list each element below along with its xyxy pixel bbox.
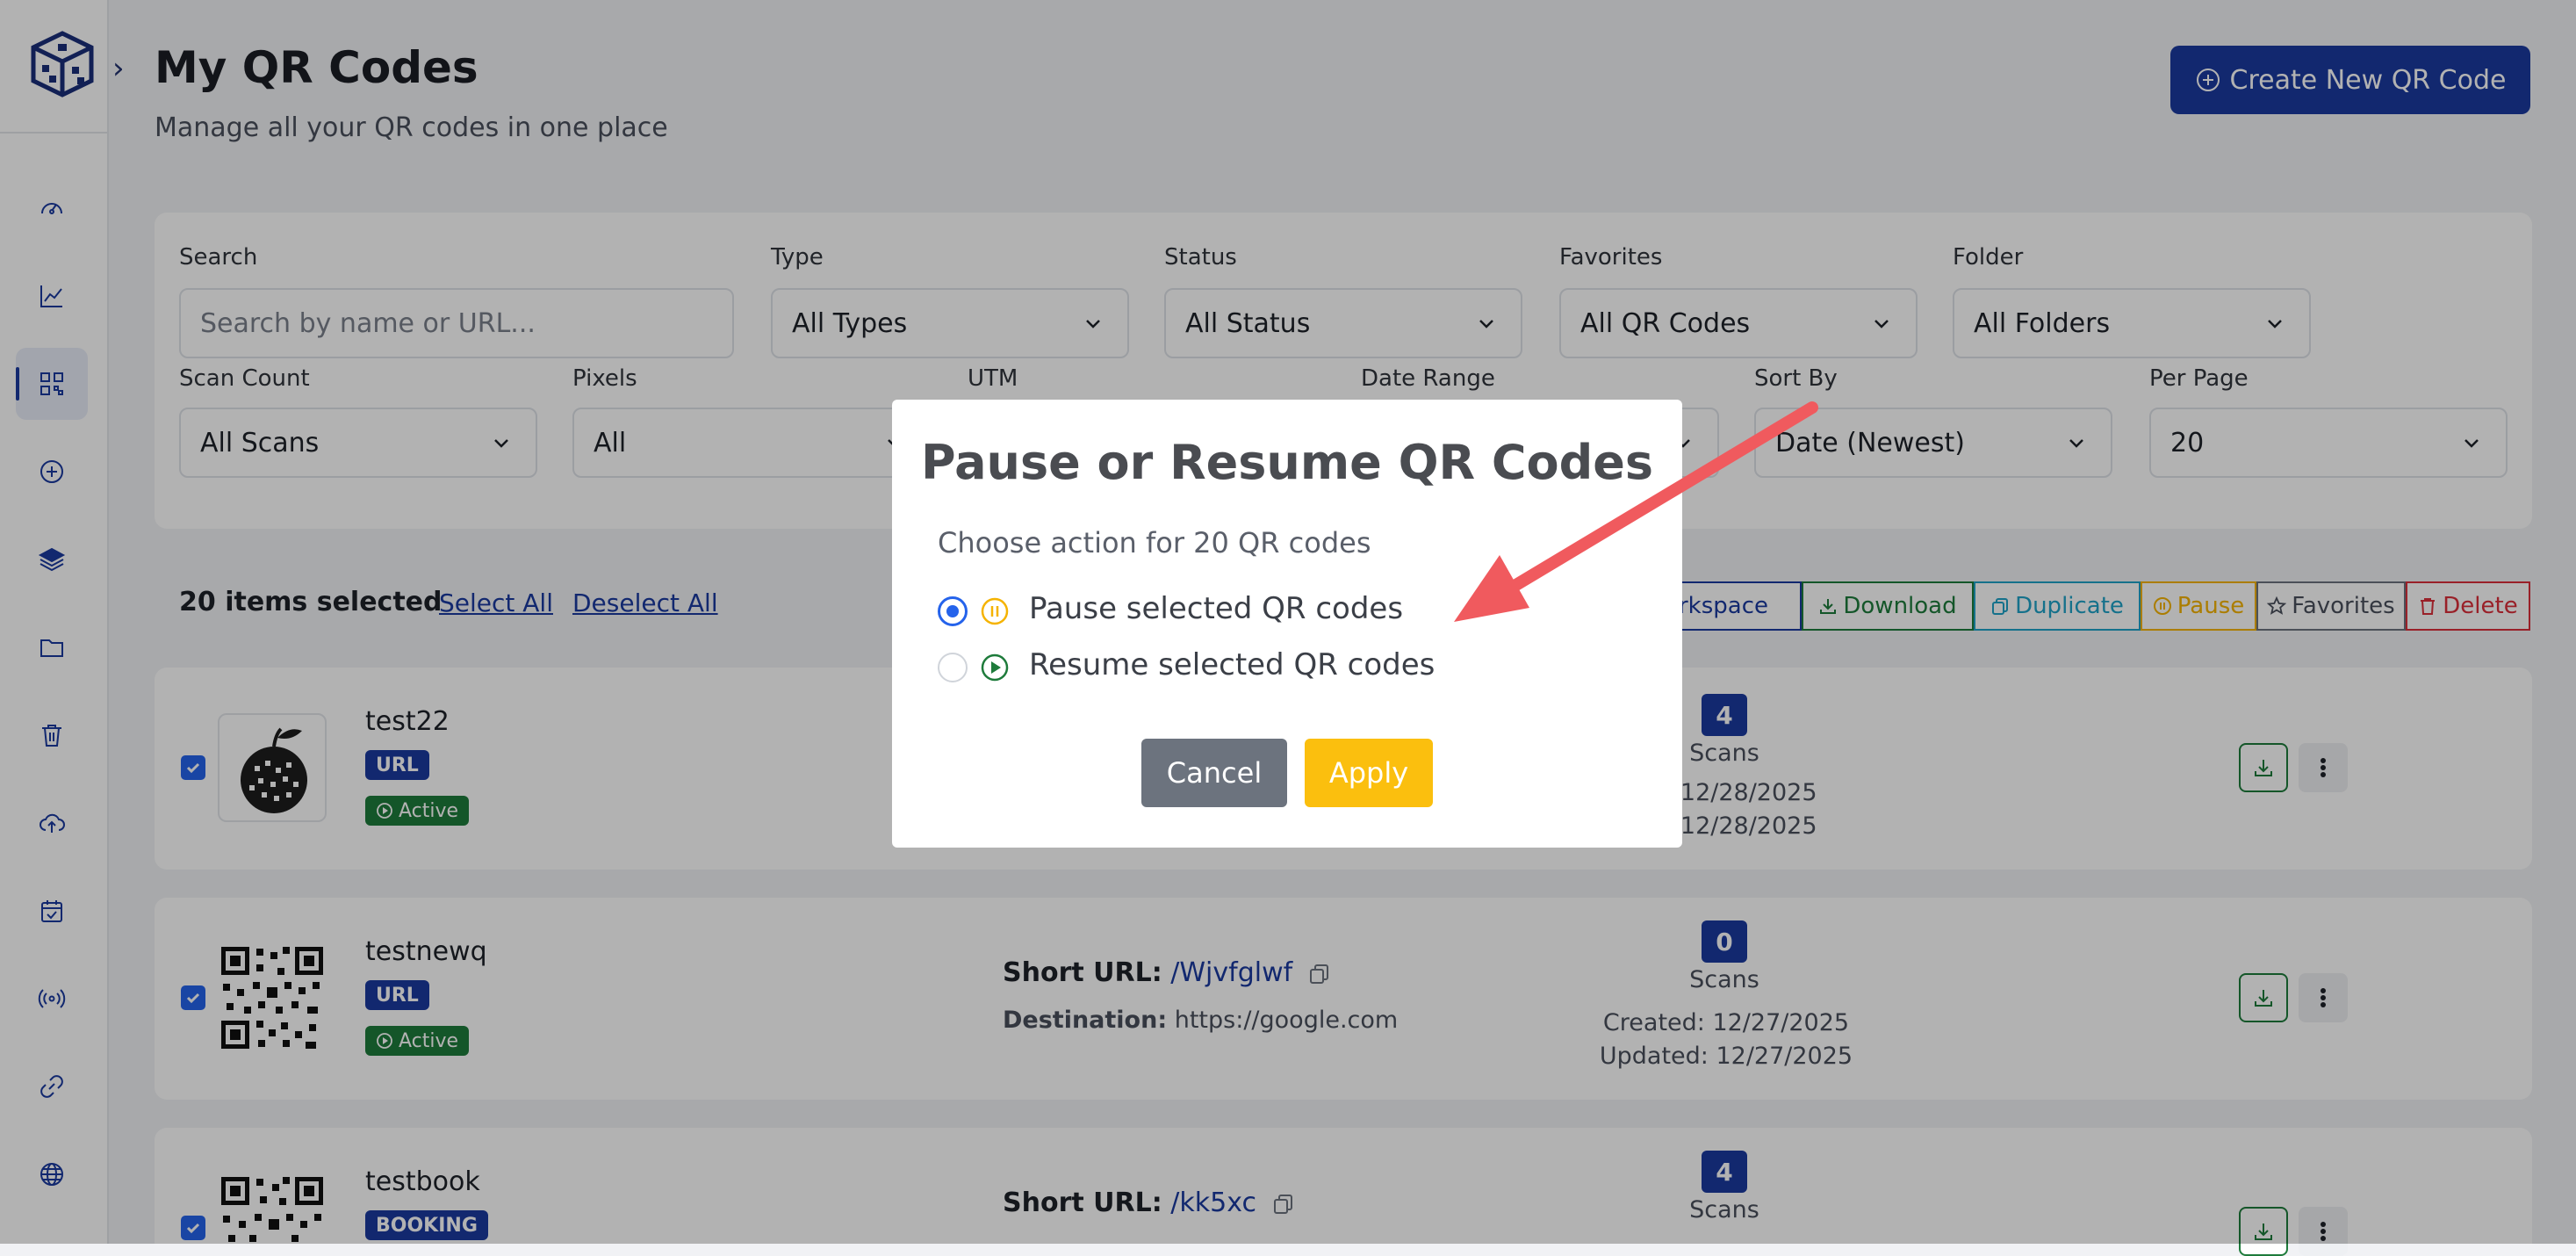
modal-subtitle: Choose action for 20 QR codes <box>938 526 1371 559</box>
play-circle-icon <box>981 653 1009 682</box>
cancel-button[interactable]: Cancel <box>1141 739 1287 807</box>
pause-circle-icon <box>981 597 1009 625</box>
pause-resume-modal: Pause or Resume QR Codes Choose action f… <box>892 400 1682 848</box>
pause-option-label[interactable]: Pause selected QR codes <box>1029 591 1403 626</box>
resume-option-label[interactable]: Resume selected QR codes <box>1029 647 1435 682</box>
pause-option-radio[interactable] <box>938 596 968 626</box>
modal-title: Pause or Resume QR Codes <box>920 435 1654 490</box>
resume-option-radio[interactable] <box>938 653 968 682</box>
apply-button[interactable]: Apply <box>1305 739 1433 807</box>
